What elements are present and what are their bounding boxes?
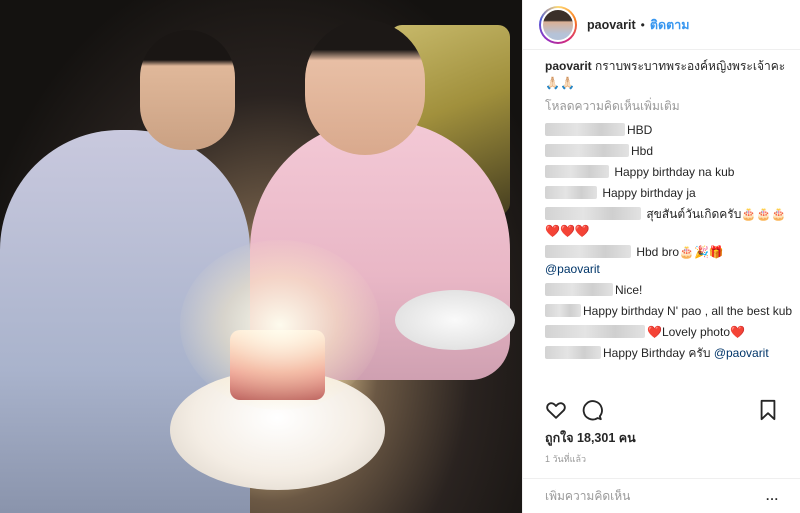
comment-item: Happy birthday na kub <box>545 164 793 181</box>
comment-text: Hbd bro🎂🎉🎁 <box>636 245 724 259</box>
caption-emoji: 🙏🏻🙏🏻 <box>545 76 575 90</box>
post-caption: paovarit กราบพระบาทพระองค์หญิงพระเจ้าคะ … <box>545 58 793 92</box>
comment-username-redacted[interactable] <box>545 245 631 258</box>
comment-username-redacted[interactable] <box>545 144 629 157</box>
caption-text: กราบพระบาทพระองค์หญิงพระเจ้าคะ <box>595 59 786 73</box>
add-comment-bar: ... <box>523 478 800 513</box>
avatar[interactable] <box>539 5 577 44</box>
comment-username-redacted[interactable] <box>545 123 625 136</box>
comment-mention[interactable]: @paovarit <box>545 262 600 276</box>
comment-username-redacted[interactable] <box>545 165 609 178</box>
comment-item: Happy Birthday ครับ @paovarit <box>545 345 793 362</box>
comment-text: Happy birthday N' pao , all the best kub <box>583 304 793 318</box>
post-sidebar: paovarit • ติดตาม paovarit กราบพระบาทพระ… <box>522 0 800 513</box>
comment-text: Happy Birthday ครับ <box>603 346 714 360</box>
save-button[interactable] <box>757 399 779 421</box>
add-comment-input[interactable] <box>545 489 745 503</box>
comment-username-redacted[interactable] <box>545 346 601 359</box>
photo-person-right-head <box>305 20 425 155</box>
photo-person-left-head <box>140 30 235 150</box>
caption-username[interactable]: paovarit <box>545 59 592 73</box>
ellipsis-icon[interactable]: ... <box>766 489 779 503</box>
comment-username-redacted[interactable] <box>545 304 581 317</box>
comment-item: Happy birthday ja <box>545 185 793 202</box>
comment-mention[interactable]: @paovarit <box>714 346 769 360</box>
comment-text: Hbd <box>631 144 654 158</box>
comment-username-redacted[interactable] <box>545 325 645 338</box>
post-photo[interactable] <box>0 0 522 513</box>
comment-item: Happy birthday N' pao , all the best kub <box>545 303 793 320</box>
comment-text: ❤️Lovely photo❤️ <box>647 325 745 339</box>
comment-item: Hbd <box>545 143 793 160</box>
comment-text: Happy birthday ja <box>599 186 696 200</box>
header-username[interactable]: paovarit <box>587 18 636 32</box>
follow-button[interactable]: ติดตาม <box>650 15 690 35</box>
post-view: paovarit • ติดตาม paovarit กราบพระบาทพระ… <box>0 0 800 513</box>
photo-candle-glow <box>180 240 380 410</box>
bookmark-icon <box>760 399 776 421</box>
comments-list[interactable]: paovarit กราบพระบาทพระองค์หญิงพระเจ้าคะ … <box>523 50 800 395</box>
post-header: paovarit • ติดตาม <box>523 0 800 50</box>
comment-item: Hbd bro🎂🎉🎁 @paovarit <box>545 244 793 278</box>
load-more-comments[interactable]: โหลดความคิดเห็นเพิ่มเติม <box>545 97 793 116</box>
photo-dish <box>395 290 515 350</box>
comment-text: Nice! <box>615 283 643 297</box>
comment-username-redacted[interactable] <box>545 283 613 296</box>
comment-username-redacted[interactable] <box>545 186 597 199</box>
like-count[interactable]: ถูกใจ 18,301 คน <box>545 428 636 448</box>
post-timestamp: 1 วันที่แล้ว <box>545 454 587 464</box>
comment-text: HBD <box>627 123 653 137</box>
comment-item: สุขสันต์วันเกิดครับ🎂🎂🎂❤️❤️❤️ <box>545 206 793 240</box>
comment-item: HBD <box>545 122 793 139</box>
heart-icon <box>546 402 566 419</box>
like-button[interactable] <box>545 399 567 421</box>
header-separator: • <box>640 17 645 32</box>
avatar-image <box>541 7 575 42</box>
comment-text: Happy birthday na kub <box>611 165 735 179</box>
comment-item: Nice! <box>545 282 793 299</box>
action-bar <box>523 395 800 425</box>
comment-item: ❤️Lovely photo❤️ <box>545 324 793 341</box>
comment-username-redacted[interactable] <box>545 207 641 220</box>
comment-button[interactable] <box>581 399 603 421</box>
speech-bubble-icon <box>582 400 603 421</box>
